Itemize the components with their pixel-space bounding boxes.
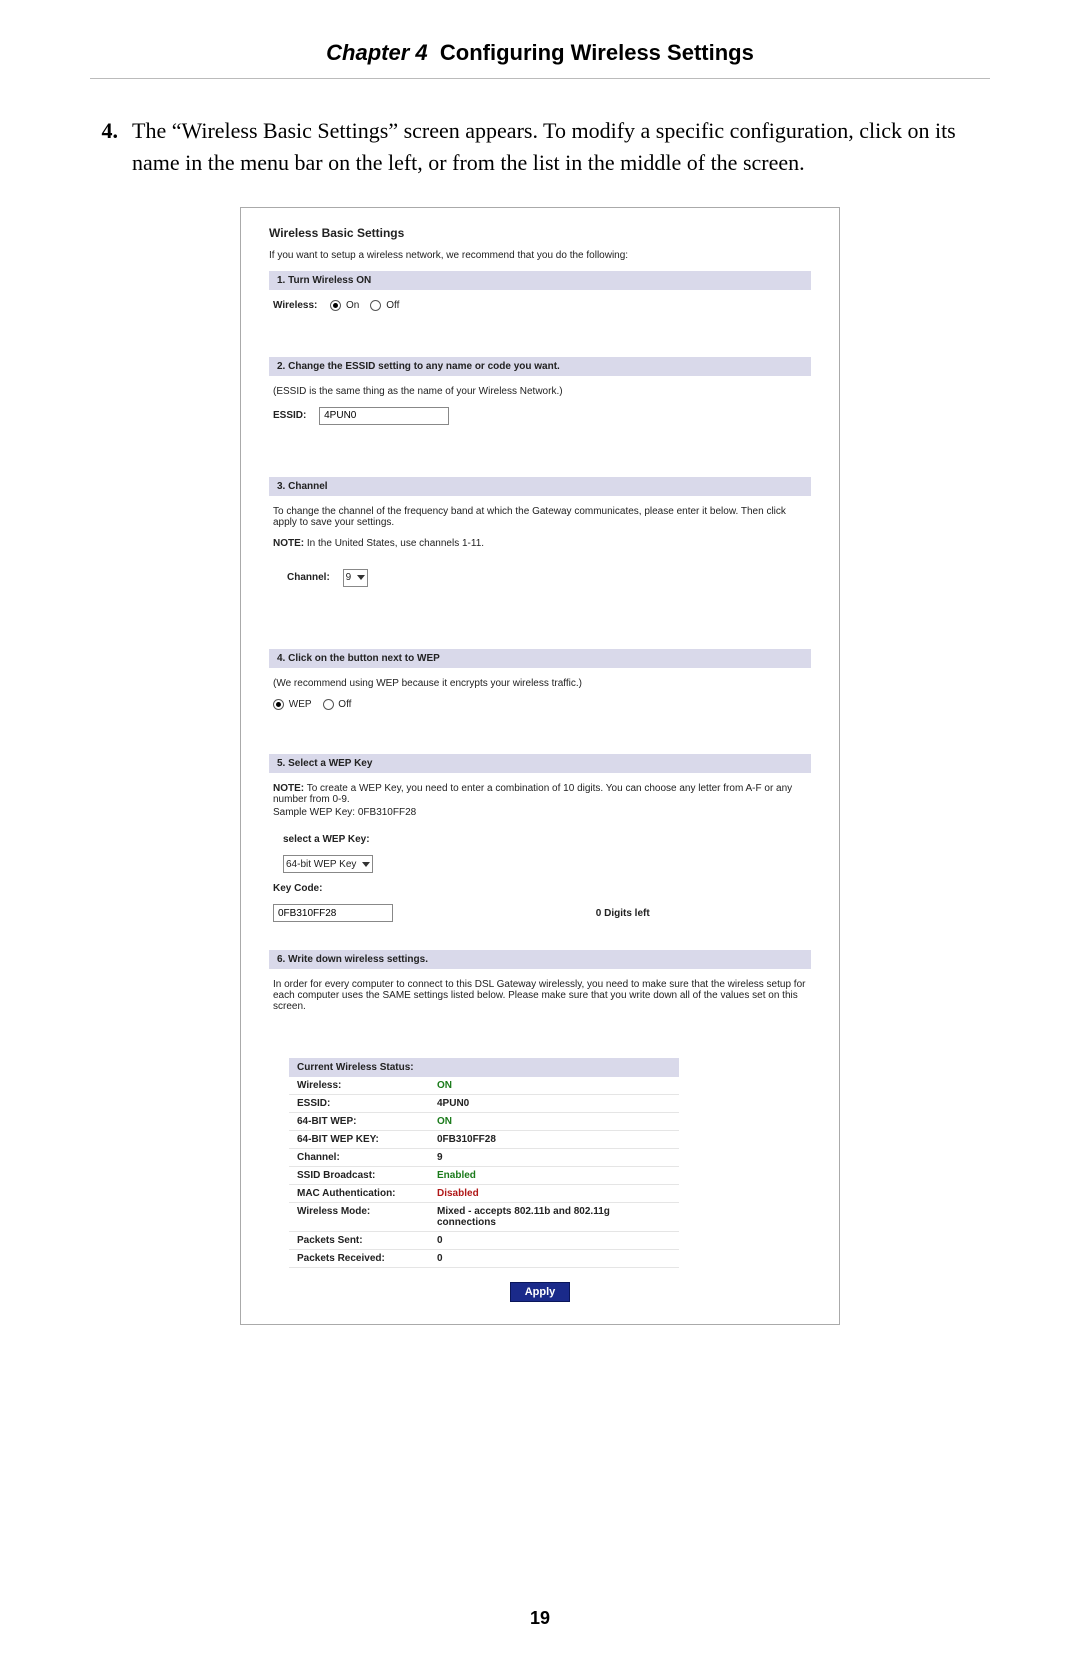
section2-desc: (ESSID is the same thing as the name of …	[273, 386, 807, 397]
chevron-down-icon	[357, 575, 365, 580]
essid-input[interactable]	[319, 407, 449, 425]
essid-label: ESSID:	[273, 410, 306, 421]
channel-value: 9	[346, 572, 352, 583]
status-key: Wireless Mode:	[297, 1206, 437, 1228]
chapter-header: Chapter 4 Configuring Wireless Settings	[90, 40, 990, 79]
keycode-label: Key Code:	[273, 883, 807, 894]
status-head: Current Wireless Status:	[289, 1058, 679, 1077]
status-key: Packets Received:	[297, 1253, 437, 1264]
section5-sample: Sample WEP Key: 0FB310FF28	[273, 807, 807, 818]
status-row: Channel:9	[289, 1149, 679, 1167]
section5-body: NOTE: To create a WEP Key, you need to e…	[269, 783, 811, 946]
section6-bar: 6. Write down wireless settings.	[269, 950, 811, 969]
section3-note-label: NOTE:	[273, 538, 304, 549]
screenshot-title: Wireless Basic Settings	[269, 226, 811, 240]
chevron-down-icon	[362, 862, 370, 867]
section2-bar: 2. Change the ESSID setting to any name …	[269, 357, 811, 376]
wireless-settings-screenshot: Wireless Basic Settings If you want to s…	[240, 207, 840, 1325]
status-key: ESSID:	[297, 1098, 437, 1109]
status-value: 0	[437, 1235, 671, 1246]
status-value: ON	[437, 1080, 671, 1091]
status-value: ON	[437, 1116, 671, 1127]
status-row: SSID Broadcast:Enabled	[289, 1167, 679, 1185]
chapter-label: Chapter 4	[326, 40, 427, 65]
section6-body: In order for every computer to connect t…	[269, 979, 811, 1058]
channel-label: Channel:	[287, 572, 330, 583]
section4-desc: (We recommend using WEP because it encry…	[273, 678, 807, 689]
wireless-label: Wireless:	[273, 300, 317, 311]
section3-body: To change the channel of the frequency b…	[269, 506, 811, 645]
digits-left: 0 Digits left	[596, 908, 650, 919]
page-number: 19	[0, 1608, 1080, 1629]
step-number: 4.	[90, 115, 118, 179]
status-value: 0FB310FF28	[437, 1134, 671, 1145]
wireless-on-radio[interactable]	[330, 300, 341, 311]
channel-select[interactable]: 9	[343, 569, 369, 587]
wireless-on-text: On	[346, 300, 359, 311]
section5-note-text: To create a WEP Key, you need to enter a…	[273, 783, 792, 805]
section1-bar: 1. Turn Wireless ON	[269, 271, 811, 290]
status-value: 0	[437, 1253, 671, 1264]
step-block: 4. The “Wireless Basic Settings” screen …	[90, 115, 990, 179]
section4-body: (We recommend using WEP because it encry…	[269, 678, 811, 750]
wireless-off-text: Off	[386, 300, 399, 311]
status-value: Disabled	[437, 1188, 671, 1199]
section3-note-text: In the United States, use channels 1-11.	[307, 538, 484, 549]
status-key: 64-BIT WEP:	[297, 1116, 437, 1127]
keycode-input[interactable]	[273, 904, 393, 922]
status-row: Packets Sent:0	[289, 1232, 679, 1250]
section3-bar: 3. Channel	[269, 477, 811, 496]
apply-button[interactable]: Apply	[510, 1282, 571, 1302]
section1-body: Wireless: On Off	[269, 300, 811, 353]
wepkey-select[interactable]: 64-bit WEP Key	[283, 855, 373, 873]
status-key: SSID Broadcast:	[297, 1170, 437, 1181]
status-key: Wireless:	[297, 1080, 437, 1091]
status-row: ESSID:4PUN0	[289, 1095, 679, 1113]
section2-body: (ESSID is the same thing as the name of …	[269, 386, 811, 473]
section5-note-label: NOTE:	[273, 783, 304, 794]
status-row: Wireless Mode:Mixed - accepts 802.11b an…	[289, 1203, 679, 1232]
status-row: 64-BIT WEP KEY:0FB310FF28	[289, 1131, 679, 1149]
status-key: Packets Sent:	[297, 1235, 437, 1246]
status-value: Mixed - accepts 802.11b and 802.11g conn…	[437, 1206, 671, 1228]
wep-off-radio[interactable]	[323, 699, 334, 710]
wep-off-text: Off	[338, 699, 351, 710]
section4-bar: 4. Click on the button next to WEP	[269, 649, 811, 668]
status-row: 64-BIT WEP:ON	[289, 1113, 679, 1131]
wep-radio[interactable]	[273, 699, 284, 710]
wepkey-select-value: 64-bit WEP Key	[286, 859, 356, 870]
status-box: Current Wireless Status: Wireless:ONESSI…	[289, 1058, 679, 1268]
status-value: 9	[437, 1152, 671, 1163]
wep-text: WEP	[289, 699, 312, 710]
status-row: Wireless:ON	[289, 1077, 679, 1095]
section6-desc: In order for every computer to connect t…	[273, 979, 807, 1012]
status-key: Channel:	[297, 1152, 437, 1163]
chapter-title: Configuring Wireless Settings	[440, 40, 754, 65]
status-value: Enabled	[437, 1170, 671, 1181]
section5-bar: 5. Select a WEP Key	[269, 754, 811, 773]
status-row: Packets Received:0	[289, 1250, 679, 1268]
step-text: The “Wireless Basic Settings” screen app…	[132, 115, 990, 179]
wepkey-select-label: select a WEP Key:	[273, 834, 807, 845]
status-value: 4PUN0	[437, 1098, 671, 1109]
section3-desc: To change the channel of the frequency b…	[273, 506, 807, 528]
screenshot-intro: If you want to setup a wireless network,…	[269, 250, 811, 261]
status-key: 64-BIT WEP KEY:	[297, 1134, 437, 1145]
status-key: MAC Authentication:	[297, 1188, 437, 1199]
wireless-off-radio[interactable]	[370, 300, 381, 311]
status-row: MAC Authentication:Disabled	[289, 1185, 679, 1203]
